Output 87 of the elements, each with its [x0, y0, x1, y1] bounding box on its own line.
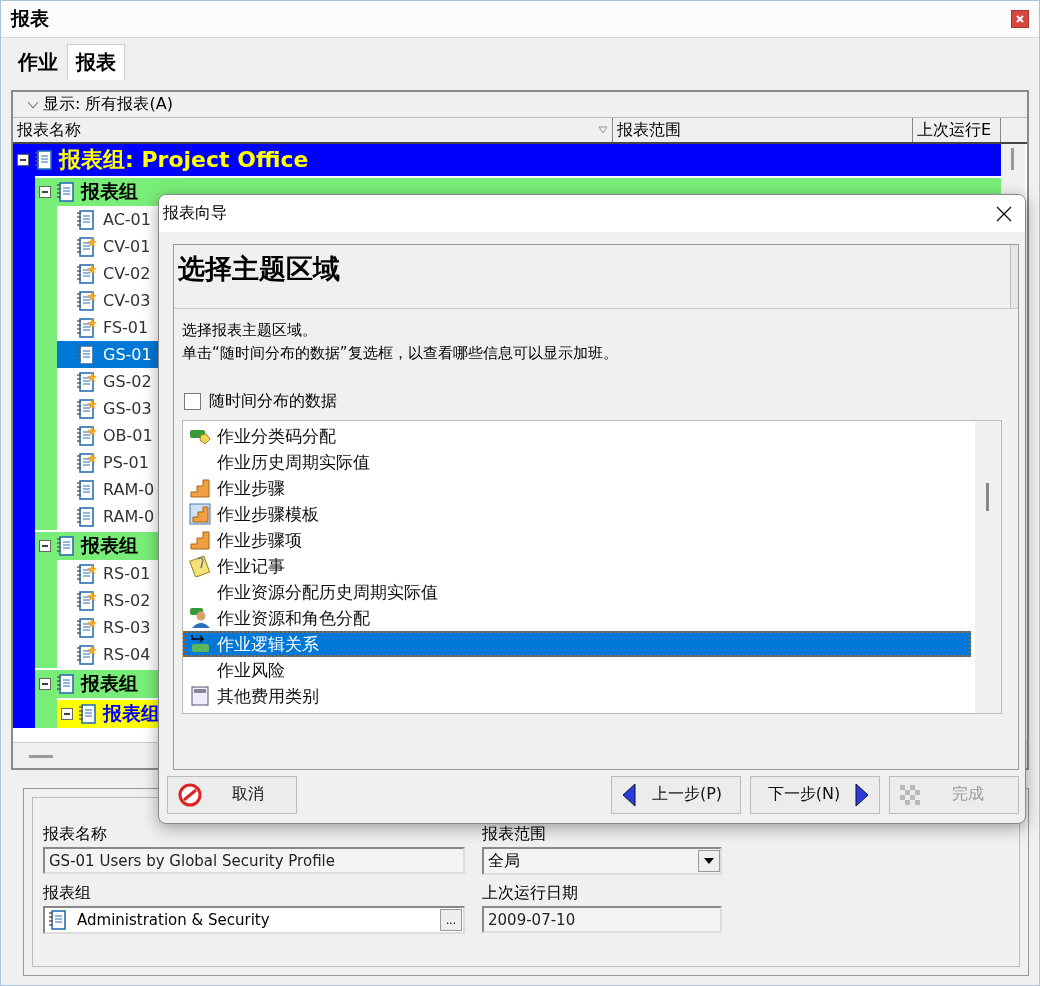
collapse-toggle[interactable]	[39, 678, 51, 690]
report-id: GS-02	[103, 372, 152, 391]
close-icon	[1015, 14, 1025, 24]
left-triangle-icon	[622, 782, 636, 807]
checkbox[interactable]	[184, 393, 201, 410]
right-triangle-icon	[855, 782, 869, 807]
collapse-toggle[interactable]	[39, 540, 51, 552]
group-name: 报表组: Project Office	[59, 146, 309, 174]
collapse-toggle[interactable]	[61, 708, 73, 720]
vertical-scrollbar[interactable]	[975, 421, 1001, 713]
notepad-icon	[189, 555, 211, 577]
field-label: 报表名称	[43, 824, 108, 845]
report-id: RS-02	[103, 591, 151, 610]
column-header[interactable]: 报表范围	[613, 118, 913, 142]
subject-item[interactable]: 作业历史周期实际值	[183, 449, 971, 475]
input-field[interactable]: 2009-07-10	[482, 906, 722, 933]
steps-icon	[189, 529, 211, 551]
subject-item[interactable]: 作业分类码分配	[183, 423, 971, 449]
cancel-button[interactable]: 取消	[167, 775, 297, 814]
report-id: CV-02	[103, 264, 151, 283]
sort-icon	[598, 126, 608, 134]
close-button[interactable]	[1011, 10, 1029, 28]
field-label: 报表范围	[482, 824, 547, 845]
notebook-icon	[33, 149, 55, 171]
report-id: FS-01	[103, 318, 149, 337]
report-id: OB-01	[103, 426, 153, 445]
instruction-text: 单击“随时间分布的数据”复选框，以查看哪些信息可以显示加班。	[182, 344, 619, 363]
group-name: 报表组	[103, 701, 160, 726]
subject-item[interactable]: 作业步骤项	[183, 527, 971, 553]
relationship-icon	[189, 633, 211, 655]
notebook-icon	[47, 909, 69, 931]
subject-item[interactable]: 作业步骤模板	[183, 501, 971, 527]
report-id: GS-03	[103, 399, 152, 418]
steps-icon	[189, 477, 211, 499]
instruction-text: 选择报表主题区域。	[182, 321, 318, 340]
group-name: 报表组	[81, 179, 138, 204]
calculator-icon	[189, 685, 211, 707]
input-field[interactable]: GS-01 Users by Global Security Profile	[43, 847, 465, 874]
close-icon	[995, 204, 1013, 223]
group-name: 报表组	[81, 671, 138, 696]
report-id: RS-01	[103, 564, 151, 583]
subject-item[interactable]: 作业逻辑关系	[183, 631, 971, 657]
report-id: AC-01	[103, 210, 151, 229]
back-button[interactable]: 上一步(P)	[611, 775, 741, 814]
dialog-title: 报表向导	[163, 203, 227, 224]
browse-button[interactable]: ...	[440, 909, 462, 931]
column-header[interactable]: 报表名称	[13, 118, 613, 142]
notebook-icon	[55, 535, 77, 557]
window-title: 报表	[11, 6, 49, 31]
collapse-toggle[interactable]	[17, 154, 29, 166]
column-header[interactable]: 上次运行E	[913, 118, 1001, 142]
step-heading: 选择主题区域	[177, 252, 340, 286]
report-id: RAM-0	[103, 480, 155, 499]
collapse-toggle[interactable]	[39, 186, 51, 198]
field-label: 上次运行日期	[482, 883, 579, 904]
subject-item[interactable]: 作业记事	[183, 553, 971, 579]
subject-item[interactable]: 作业步骤	[183, 475, 971, 501]
group-picker-field[interactable]: Administration & Security ...	[43, 906, 465, 934]
dropdown-field[interactable]: 全局	[482, 847, 722, 875]
report-group-row[interactable]: 报表组: Project Office	[13, 144, 1001, 176]
chevron-down-icon	[27, 100, 39, 109]
notebook-icon	[77, 703, 99, 725]
checkered-flag-icon	[900, 784, 920, 805]
no-entry-icon	[178, 782, 202, 807]
checkbox-label: 随时间分布的数据	[209, 391, 337, 412]
field-label: 报表组	[43, 883, 92, 904]
tab[interactable]: 报表	[67, 44, 125, 80]
subject-item[interactable]: 作业资源和角色分配	[183, 605, 971, 631]
report-id: RAM-0	[103, 507, 155, 526]
notebook-icon	[75, 343, 97, 366]
report-id: PS-01	[103, 453, 149, 472]
notebook-icon	[55, 673, 77, 695]
report-id: RS-04	[103, 645, 151, 664]
subject-item[interactable]: 作业风险	[183, 657, 971, 683]
report-id: RS-03	[103, 618, 151, 637]
template-icon	[189, 503, 211, 525]
subject-item[interactable]: 作业资源分配历史周期实际值	[183, 579, 971, 605]
report-id: CV-01	[103, 237, 151, 256]
filter-menu[interactable]: 显示: 所有报表(A)	[43, 94, 173, 115]
group-name: 报表组	[81, 533, 138, 558]
next-button[interactable]: 下一步(N)	[750, 775, 880, 814]
vertical-scrollbar[interactable]	[1010, 245, 1018, 308]
report-id: CV-03	[103, 291, 151, 310]
subject-item[interactable]: 其他费用类别	[183, 683, 971, 709]
report-id: GS-01	[103, 345, 152, 364]
notebook-icon	[55, 181, 77, 203]
person-icon	[189, 607, 211, 629]
